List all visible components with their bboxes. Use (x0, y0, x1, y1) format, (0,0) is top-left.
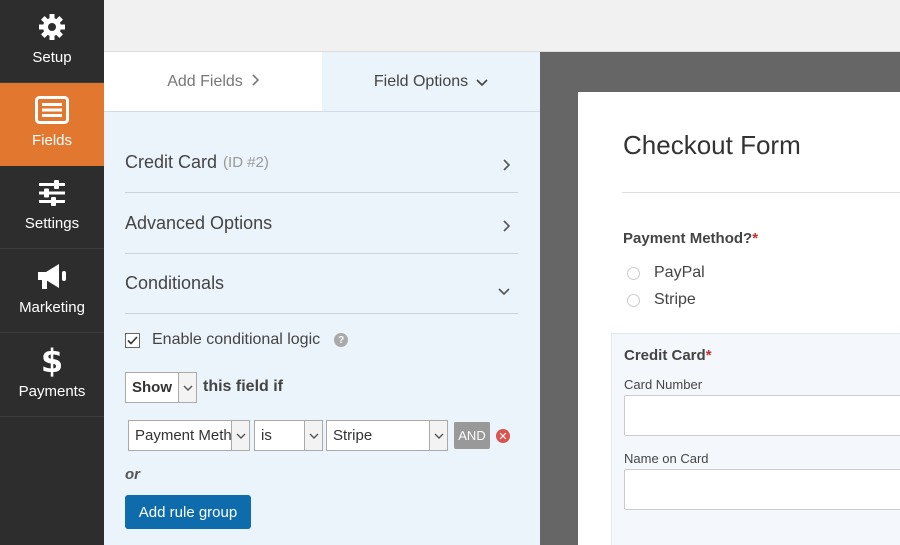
rule-field-select[interactable]: Payment Meth (128, 420, 250, 451)
radio-button[interactable] (627, 293, 640, 307)
show-hide-select[interactable]: Show (125, 372, 197, 403)
chevron-down-icon (429, 421, 447, 450)
field-options-panel: Add Fields Field Options Credit Card (ID… (104, 52, 540, 545)
radio-option-paypal[interactable]: PayPal (627, 264, 705, 282)
chevron-down-icon (476, 74, 488, 89)
enable-conditional-label: Enable conditional logic (152, 331, 321, 348)
radio-option-stripe[interactable]: Stripe (627, 291, 696, 309)
sidebar-item-marketing[interactable]: Marketing (0, 250, 104, 333)
tab-label: Add Fields (167, 72, 243, 90)
credit-card-label: Credit Card* (624, 347, 712, 364)
radio-label: PayPal (654, 264, 705, 281)
rule-value-select[interactable]: Stripe (326, 420, 448, 451)
field-label-text: Payment Method? (623, 230, 753, 247)
form-preview: Checkout Form Payment Method?* PayPal St… (540, 52, 900, 545)
remove-rule-icon[interactable]: ✕ (496, 429, 510, 443)
required-mark: * (705, 347, 712, 364)
panel-tabs: Add Fields Field Options (104, 52, 540, 112)
select-value: Stripe (333, 427, 373, 444)
tab-field-options[interactable]: Field Options (322, 52, 540, 111)
or-label: or (125, 466, 140, 483)
section-title: Advanced Options (125, 213, 273, 233)
radio-button[interactable] (627, 266, 640, 280)
fields-list-icon (0, 95, 104, 125)
and-button[interactable]: AND (454, 422, 490, 449)
chevron-right-icon (251, 74, 259, 89)
top-bar (104, 0, 900, 52)
form-card: Checkout Form Payment Method?* PayPal St… (578, 92, 900, 545)
field-if-label: this field if (203, 378, 283, 395)
sidebar-item-payments[interactable]: $ Payments (0, 334, 104, 417)
name-on-card-input[interactable] (624, 469, 900, 510)
chevron-down-icon (178, 373, 196, 402)
select-value: Show (132, 379, 172, 396)
divider (622, 192, 900, 193)
megaphone-icon (0, 262, 104, 292)
section-conditionals[interactable]: Conditionals (125, 254, 518, 314)
credit-card-field[interactable]: Credit Card* Card Number Name on Card (611, 333, 900, 545)
name-on-card-label: Name on Card (624, 451, 709, 466)
tab-add-fields[interactable]: Add Fields (104, 52, 322, 111)
rule-operator-select[interactable]: is (254, 420, 323, 451)
help-icon[interactable]: ? (334, 333, 349, 347)
sidebar-item-setup[interactable]: Setup (0, 0, 104, 83)
sidebar-item-label: Marketing (19, 299, 85, 316)
dollar-icon: $ (40, 342, 64, 380)
add-rule-group-button[interactable]: Add rule group (125, 495, 251, 529)
field-label-text: Credit Card (624, 347, 706, 364)
sidebar-item-label: Setup (32, 49, 72, 66)
select-value: is (261, 427, 272, 444)
chevron-down-icon (498, 279, 510, 300)
sidebar-item-label: Fields (31, 132, 72, 149)
select-value: Payment Meth (135, 427, 232, 444)
sliders-icon (0, 178, 104, 208)
gear-icon (0, 12, 104, 42)
chevron-right-icon (502, 155, 511, 176)
section-title: Conditionals (125, 273, 225, 293)
tab-label: Field Options (373, 72, 469, 90)
enable-conditional-checkbox[interactable] (125, 332, 140, 348)
chevron-down-icon (304, 421, 322, 450)
sidebar-item-settings[interactable]: Settings (0, 166, 104, 249)
sidebar-item-fields[interactable]: Fields (0, 83, 104, 166)
section-advanced-options[interactable]: Advanced Options (125, 194, 518, 254)
sidebar: Setup Fields Settings Marketing $ Paymen… (0, 0, 104, 545)
section-credit-card[interactable]: Credit Card (ID #2) (125, 133, 518, 193)
payment-method-label: Payment Method?* (623, 230, 758, 247)
radio-label: Stripe (654, 291, 696, 308)
section-title: Credit Card (125, 152, 218, 172)
chevron-down-icon (231, 421, 249, 450)
form-title: Checkout Form (623, 130, 801, 160)
enable-conditional-row: Enable conditional logic ? (125, 331, 349, 349)
field-id-label: (ID #2) (223, 154, 269, 171)
required-mark: * (752, 230, 759, 247)
sidebar-item-label: Payments (18, 383, 86, 400)
card-number-label: Card Number (624, 377, 703, 392)
chevron-right-icon (502, 216, 511, 237)
sidebar-item-label: Settings (24, 215, 80, 232)
card-number-input[interactable] (624, 395, 900, 436)
